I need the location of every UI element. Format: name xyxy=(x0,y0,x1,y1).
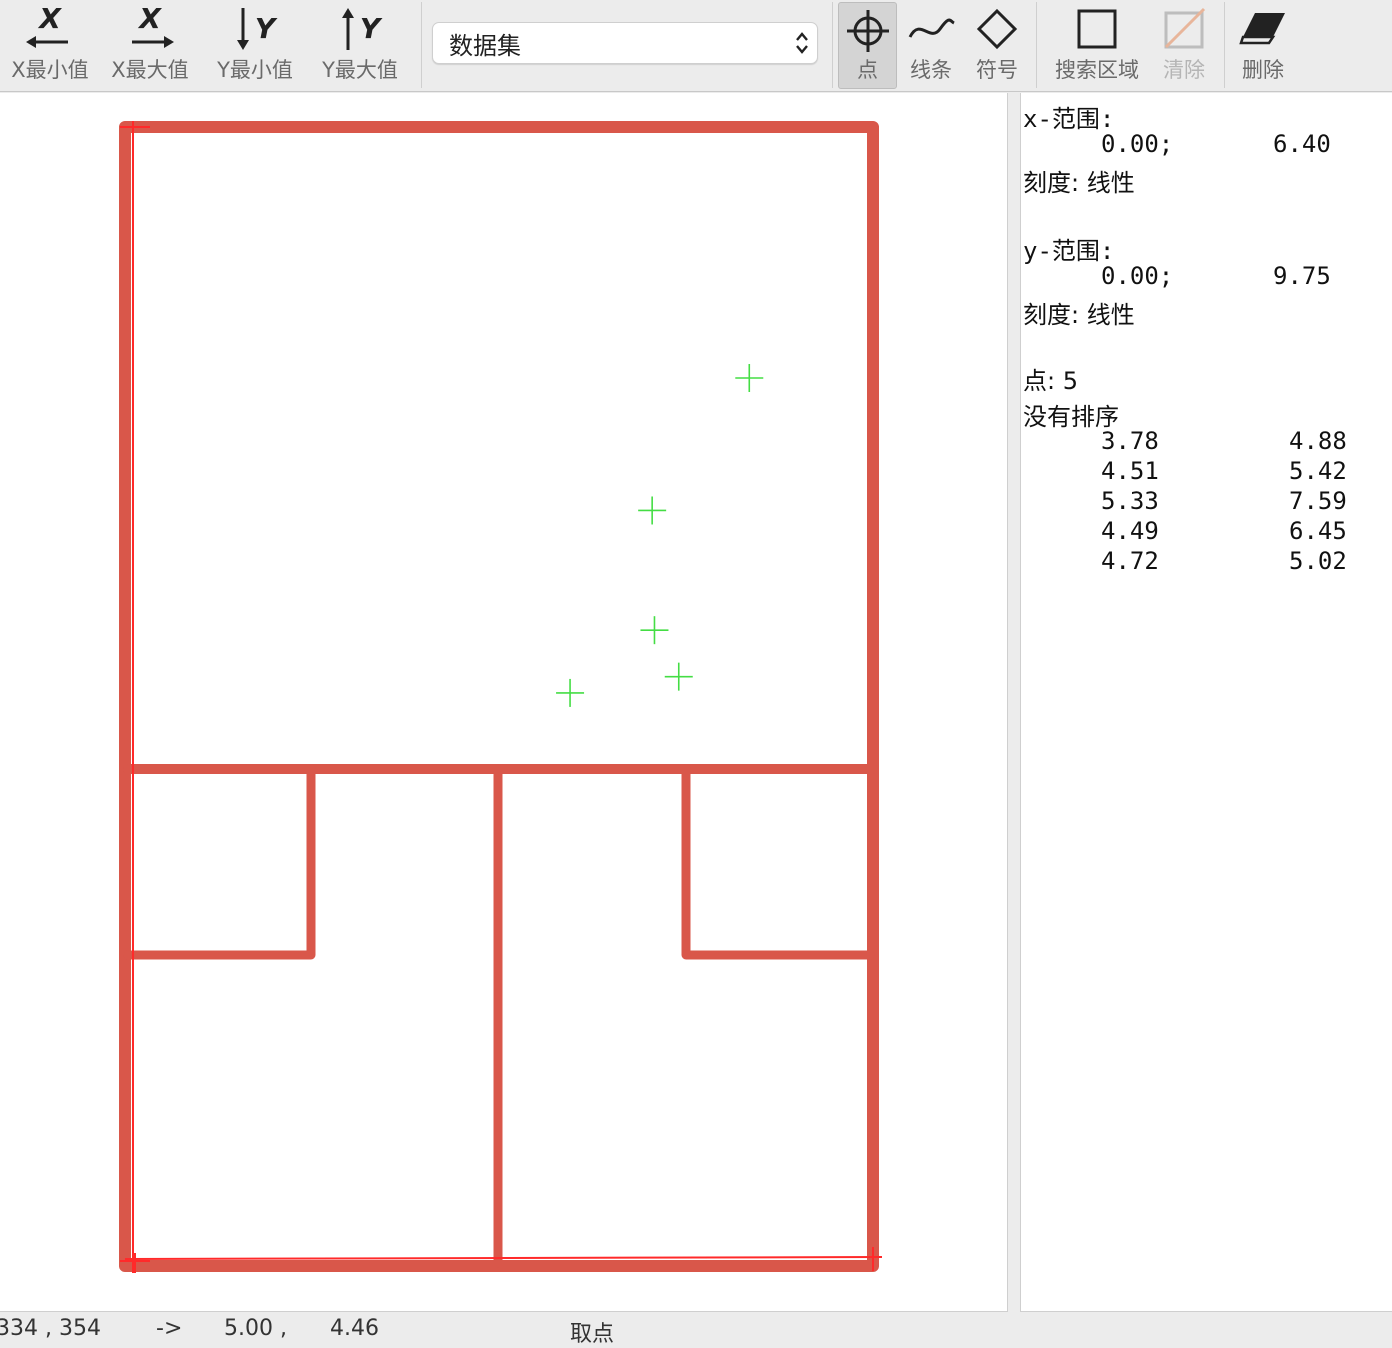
point-y-value: 4.88 xyxy=(1289,427,1347,455)
search-area-label: 搜索区域 xyxy=(1055,58,1139,82)
x-value: 5.00 , xyxy=(224,1316,287,1341)
point-y-value: 7.59 xyxy=(1289,487,1347,515)
crosshair-icon xyxy=(843,3,893,58)
data-point-marker[interactable] xyxy=(556,678,585,707)
pixel-coords: 334 , 354 xyxy=(0,1316,101,1341)
point-x-value: 5.33 xyxy=(1101,487,1159,515)
point-tool-label: 点 xyxy=(857,58,878,82)
plot-canvas[interactable] xyxy=(0,93,1008,1312)
x-scale: 刻度: 线性 xyxy=(1023,169,1135,197)
point-tool-button[interactable]: 点 xyxy=(838,2,897,89)
info-panel: x-范围: 0.00; 6.40 刻度: 线性 y-范围: 0.00; 9.75… xyxy=(1020,93,1392,1312)
x-max-button[interactable]: X X最大值 xyxy=(100,0,200,90)
status-bar: 334 , 354 -> 5.00 , 4.46 取点 xyxy=(0,1312,1392,1347)
y-max-button[interactable]: Y Y最大值 xyxy=(310,0,410,90)
clear-label: 清除 xyxy=(1163,58,1205,82)
diamond-icon xyxy=(975,0,1019,58)
chevron-updown-icon xyxy=(787,30,817,56)
delete-label: 删除 xyxy=(1242,58,1284,82)
y-scale: 刻度: 线性 xyxy=(1023,301,1135,329)
data-point-marker[interactable] xyxy=(640,616,669,645)
floorplan-image xyxy=(119,121,883,1273)
data-point-marker[interactable] xyxy=(735,364,764,393)
symbol-tool-button[interactable]: 符号 xyxy=(966,0,1028,90)
y-max-icon: Y xyxy=(330,0,390,58)
x-range-max: 6.40 xyxy=(1273,130,1331,158)
y-value: 4.46 xyxy=(330,1316,379,1341)
points-count: 点: 5 xyxy=(1023,367,1078,395)
dataset-select-value: 数据集 xyxy=(449,31,521,60)
y-range-title: y-范围: xyxy=(1023,237,1115,265)
square-icon xyxy=(1075,0,1119,58)
arrow: -> xyxy=(156,1316,183,1341)
svg-text:X: X xyxy=(37,4,62,35)
x-max-icon: X xyxy=(120,0,180,58)
mode-label: 取点 xyxy=(570,1322,615,1347)
y-range-min: 0.00; xyxy=(1101,262,1174,290)
toolbar: X X最小值 X X最大值 Y Y最小值 Y Y最大值 数据集 点 线条 符号 … xyxy=(0,0,1392,92)
point-x-value: 4.72 xyxy=(1101,547,1159,575)
point-y-value: 6.45 xyxy=(1289,517,1347,545)
search-area-button[interactable]: 搜索区域 xyxy=(1050,0,1144,90)
y-min-icon: Y xyxy=(225,0,285,58)
x-range-min: 0.00; xyxy=(1101,130,1174,158)
x-min-label: X最小值 xyxy=(11,58,89,82)
point-x-value: 4.49 xyxy=(1101,517,1159,545)
point-y-value: 5.02 xyxy=(1289,547,1347,575)
svg-text:Y: Y xyxy=(255,12,278,45)
clear-button[interactable]: 清除 xyxy=(1152,0,1216,90)
data-point-marker[interactable] xyxy=(664,662,693,691)
y-min-button[interactable]: Y Y最小值 xyxy=(205,0,305,90)
x-min-button[interactable]: X X最小值 xyxy=(0,0,100,90)
data-point-marker[interactable] xyxy=(638,496,667,525)
y-max-label: Y最大值 xyxy=(322,58,398,82)
point-x-value: 4.51 xyxy=(1101,457,1159,485)
x-max-label: X最大值 xyxy=(111,58,189,82)
symbol-tool-label: 符号 xyxy=(976,58,1018,82)
dataset-select[interactable]: 数据集 xyxy=(432,22,818,64)
svg-text:Y: Y xyxy=(360,12,383,45)
point-x-value: 3.78 xyxy=(1101,427,1159,455)
line-tool-label: 线条 xyxy=(910,58,952,82)
y-range-max: 9.75 xyxy=(1273,262,1331,290)
y-min-label: Y最小值 xyxy=(217,58,293,82)
eraser-icon xyxy=(1237,0,1289,58)
clear-icon xyxy=(1160,0,1208,58)
points-layer xyxy=(556,364,764,707)
point-y-value: 5.42 xyxy=(1289,457,1347,485)
svg-text:X: X xyxy=(137,4,162,35)
line-tool-button[interactable]: 线条 xyxy=(900,0,962,90)
x-range-title: x-范围: xyxy=(1023,105,1115,133)
toolbar-divider xyxy=(1224,2,1225,88)
delete-button[interactable]: 删除 xyxy=(1232,0,1294,90)
toolbar-divider xyxy=(1036,2,1037,88)
toolbar-divider xyxy=(832,2,833,88)
toolbar-divider xyxy=(421,2,422,88)
curve-icon xyxy=(906,0,956,58)
floorplan-walls xyxy=(119,121,879,1272)
x-min-icon: X xyxy=(20,0,80,58)
